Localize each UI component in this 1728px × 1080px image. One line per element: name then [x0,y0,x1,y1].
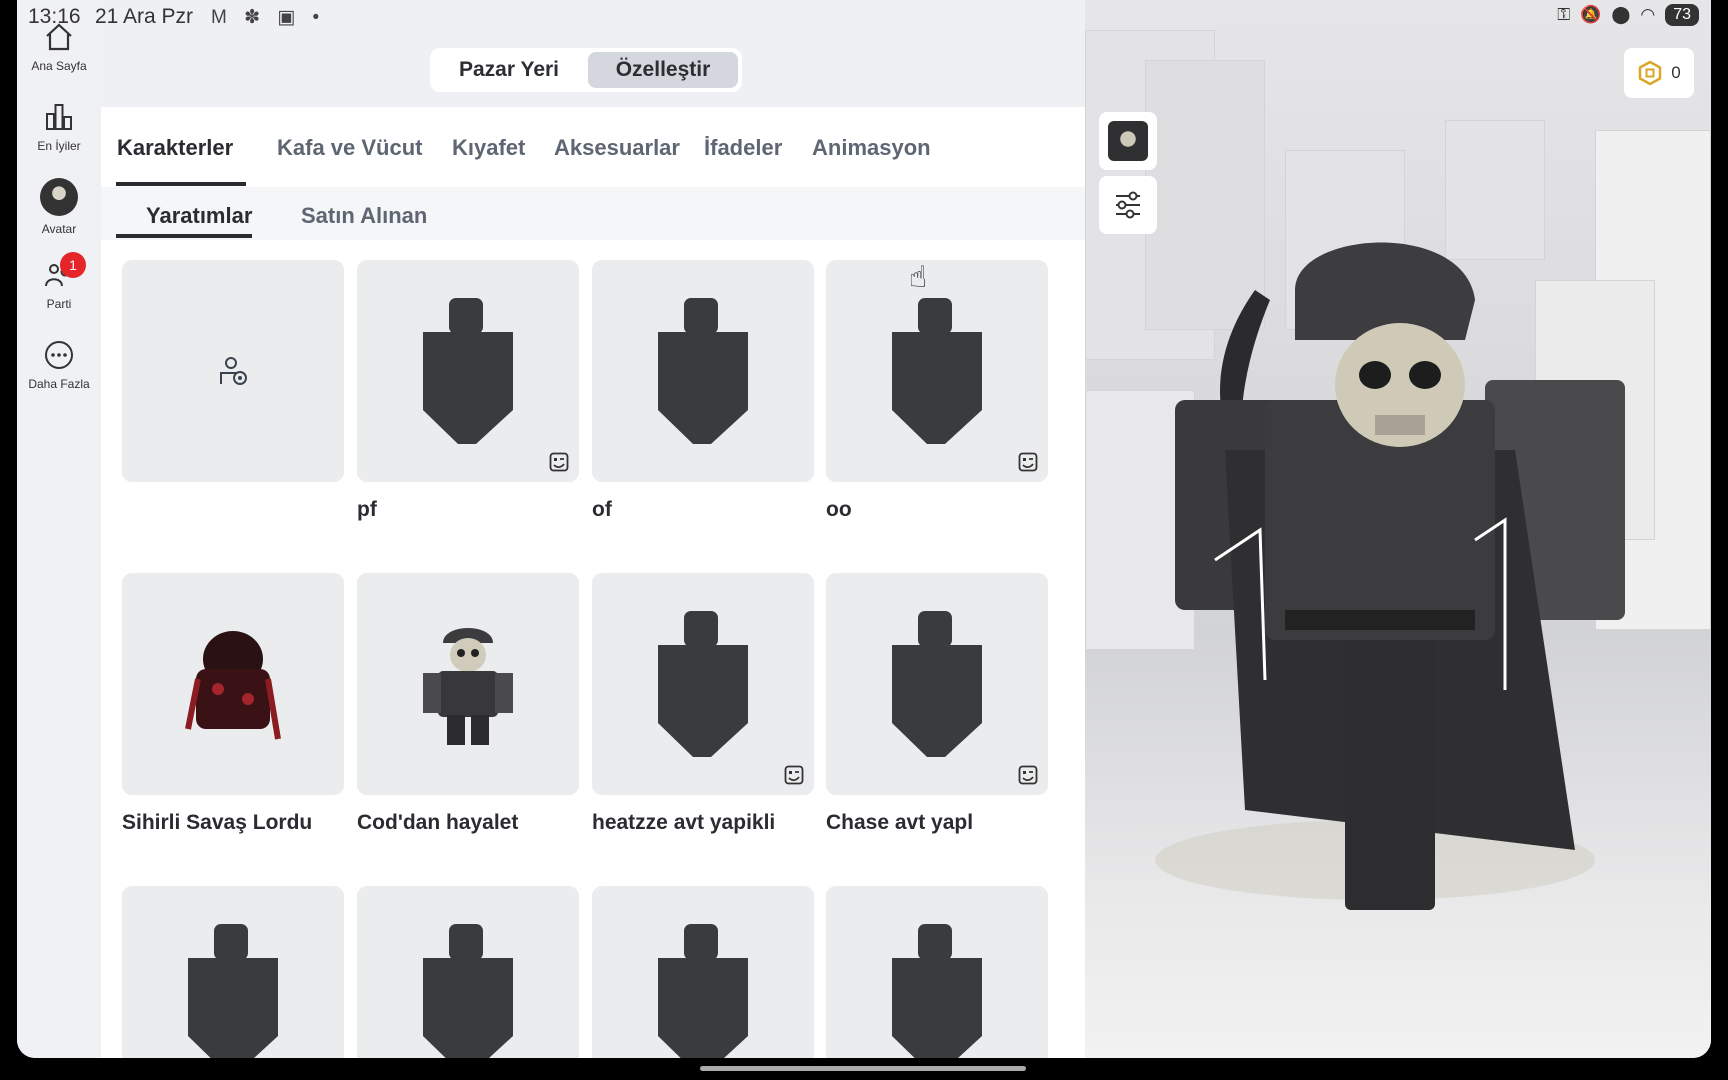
home-indicator [700,1066,1026,1071]
character-card[interactable]: Cod'dan hayalet [357,573,579,835]
device-screen: 13:16 21 Ara Pzr M ✽ ▣ • ⚿ 🔕 ⬤ ◠ 73 Ana … [17,0,1711,1058]
subtab-creations[interactable]: Yaratımlar [146,203,252,229]
active-tab-indicator [116,182,246,186]
tab-emotes[interactable]: İfadeler [704,135,782,161]
character-card-title: of [592,498,612,521]
mute-icon: 🔕 [1580,5,1602,24]
character-card[interactable]: of [592,260,814,522]
sub-tabs: Yaratımlar Satın Alınan [101,187,1085,240]
avatar-preview-scene[interactable] [1085,0,1711,1058]
rail-item-party[interactable]: 1 Parti [17,252,101,311]
default-body-icon [892,611,982,757]
system-icons: ⚿ 🔕 ⬤ ◠ 73 [1557,4,1699,26]
avatar-thumbnail-red [185,631,281,740]
robux-amount: 0 [1671,63,1681,82]
default-body-icon [892,298,982,444]
character-thumbnail[interactable] [826,573,1048,795]
rail-item-avatar[interactable]: Avatar [17,178,101,236]
character-thumbnail[interactable] [357,573,579,795]
character-thumbnail[interactable] [592,886,814,1058]
create-character-icon [220,357,247,385]
character-thumbnail[interactable] [826,886,1048,1058]
default-body-icon [658,611,748,757]
character-thumbnail[interactable] [592,260,814,482]
settings-sliders-button[interactable] [1099,176,1157,234]
character-card-title: heatzze avt yapikli [592,811,776,834]
chart-icon [46,104,72,130]
character-card[interactable] [122,260,344,498]
more-icon [45,341,73,369]
character-thumbnail[interactable] [826,260,1048,482]
custom-outfit-icon [784,765,804,785]
character-card[interactable]: Sihirli Savaş Lordu [122,573,344,835]
character-card[interactable]: oo [826,260,1048,522]
nav-rail: Ana Sayfa En İyiler Avatar 1 Parti Daha … [17,0,101,1058]
active-subtab-indicator [116,234,252,238]
custom-outfit-icon [1018,452,1038,472]
sliders-icon [1116,191,1140,219]
notification-icons: M ✽ ▣ • [211,7,326,28]
rail-item-more[interactable]: Daha Fazla [17,338,101,391]
pointer-cursor-icon: ☝ [909,261,928,294]
character-card[interactable] [826,886,1048,1058]
current-avatar-button[interactable] [1099,112,1157,170]
default-body-icon [423,298,513,444]
avatar-thumbnail-icon [1108,121,1148,161]
avatar-3d-model [1155,242,1625,910]
custom-outfit-icon [549,452,569,472]
character-card[interactable]: heatzze avt yapikli [592,573,814,835]
default-body-icon [188,924,278,1058]
robux-balance[interactable]: 0 [1624,48,1694,98]
tab-accessories[interactable]: Aksesuarlar [554,135,680,161]
rail-label-top: En İyiler [37,139,81,153]
character-card[interactable]: pf [357,260,579,522]
status-date: 21 Ara Pzr [95,5,194,28]
tab-head-body[interactable]: Kafa ve Vücut [277,135,423,161]
marketplace-button[interactable]: Pazar Yeri [434,52,584,88]
rail-item-top[interactable]: En İyiler [17,100,101,153]
character-thumbnail[interactable] [357,260,579,482]
location-icon: ⬤ [1611,5,1631,24]
default-body-icon [892,924,982,1058]
character-thumbnail[interactable] [122,260,344,482]
rail-label-party: Parti [46,297,72,311]
character-card-title: pf [357,498,377,521]
rail-label-avatar: Avatar [41,222,77,236]
party-badge: 1 [60,252,86,278]
tab-animation[interactable]: Animasyon [812,135,931,161]
character-thumbnail[interactable] [357,886,579,1058]
avatar-thumbnail-ghost [423,628,513,745]
character-card-title: Chase avt yapl [826,811,974,834]
mode-segmented-control: Pazar Yeri Özelleştir [430,48,742,92]
rail-label-more: Daha Fazla [28,377,90,391]
default-body-icon [658,924,748,1058]
customize-panel: Karakterler Kafa ve Vücut Kıyafet Aksesu… [101,107,1085,1058]
character-card[interactable]: Chase avt yapl [826,573,1048,835]
character-card-title: Sihirli Savaş Lordu [122,811,313,834]
avatar-icon [40,178,78,216]
tab-characters[interactable]: Karakterler [117,135,233,161]
character-card[interactable] [122,886,344,1058]
wifi-icon: ◠ [1640,5,1656,24]
character-card[interactable] [357,886,579,1058]
key-icon: ⚿ [1557,5,1571,24]
character-card-title: Cod'dan hayalet [357,811,519,834]
robux-icon [1639,60,1662,86]
custom-outfit-icon [1018,765,1038,785]
rail-label-home: Ana Sayfa [31,59,87,73]
category-tabs: Karakterler Kafa ve Vücut Kıyafet Aksesu… [101,107,1085,187]
character-card[interactable] [592,886,814,1058]
tab-clothing[interactable]: Kıyafet [452,135,525,161]
character-thumbnail[interactable] [122,573,344,795]
status-bar: 13:16 21 Ara Pzr M ✽ ▣ • ⚿ 🔕 ⬤ ◠ 73 [17,0,1711,32]
subtab-purchased[interactable]: Satın Alınan [301,203,427,229]
default-body-icon [658,298,748,444]
customize-button[interactable]: Özelleştir [588,52,738,88]
battery-indicator: 73 [1665,4,1699,26]
character-card-title: oo [826,498,852,521]
default-body-icon [423,924,513,1058]
character-thumbnail[interactable] [592,573,814,795]
status-time: 13:16 [28,5,81,28]
character-thumbnail[interactable] [122,886,344,1058]
